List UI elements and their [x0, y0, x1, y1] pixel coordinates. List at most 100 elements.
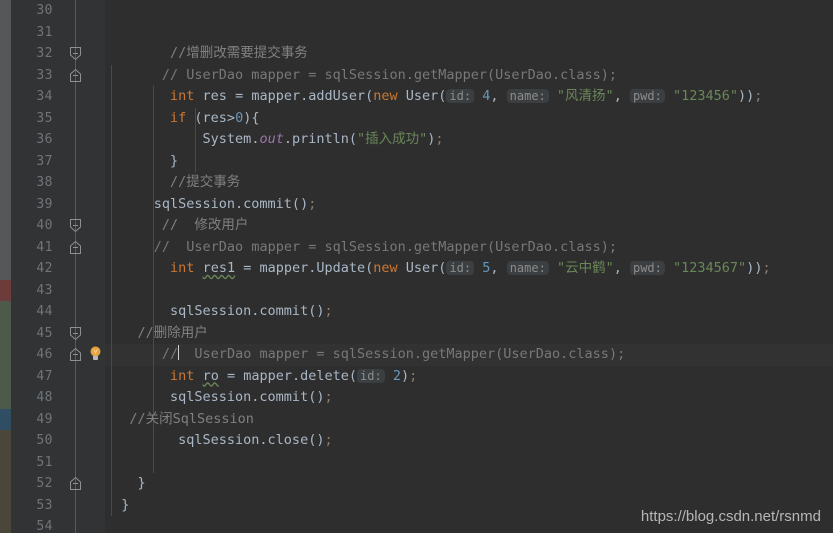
line-number: 51 [36, 454, 53, 470]
fold-minus-up-icon[interactable] [68, 476, 83, 491]
code-token: , [613, 260, 630, 276]
number-literal: 0 [235, 109, 244, 126]
code-token: } [105, 152, 179, 169]
parameter-hint: id: [357, 368, 385, 383]
code-token: , [490, 88, 507, 104]
identifier-with-warning: ro [202, 367, 219, 384]
string-literal: "风清扬" [556, 88, 614, 104]
code-editor[interactable]: 30 31 32 33 34 35 36 37 38 39 40 41 42 43 44 45 46 47 48 49… [0, 0, 833, 533]
code-text-area[interactable]: //增删改需要提交事务 // UserDao mapper = sqlSessi… [105, 0, 833, 533]
comment: UserDao mapper = sqlSession.getMapper(Us… [178, 346, 626, 362]
code-token: .println( [283, 131, 357, 147]
code-line[interactable]: sqlSession.commit(); [105, 194, 833, 216]
parameter-hint: name: [506, 89, 549, 103]
keyword: new [373, 260, 398, 276]
line-number: 30 [36, 3, 53, 18]
fold-minus-down-icon[interactable] [68, 46, 83, 61]
code-token: ; [324, 303, 333, 319]
code-line[interactable]: sqlSession.commit(); [105, 301, 833, 323]
code-line[interactable]: } [105, 151, 833, 173]
code-line[interactable]: //提交事务 [105, 172, 833, 194]
code-token: } [105, 475, 146, 491]
fold-minus-up-icon[interactable] [68, 240, 83, 255]
code-token: , [490, 260, 507, 276]
keyword: int [170, 260, 195, 276]
intention-bulb-icon[interactable] [87, 345, 104, 362]
code-token: User( [397, 260, 447, 276]
fold-minus-up-icon[interactable] [68, 68, 83, 83]
code-line[interactable]: int res1 = mapper.Update(new User(id: 5,… [105, 258, 833, 280]
code-line[interactable]: // UserDao mapper = sqlSession.getMapper… [105, 344, 833, 366]
code-line[interactable]: //增删改需要提交事务 [105, 43, 833, 65]
comment: // 修改用户 [161, 217, 249, 233]
code-token: mapper.addUser( [243, 88, 374, 104]
code-token: (res> [186, 109, 236, 126]
code-token: = [235, 88, 244, 104]
keyword: int [170, 367, 195, 384]
parameter-hint: pwd: [629, 89, 665, 103]
keyword: if [170, 109, 187, 126]
code-line[interactable] [105, 452, 833, 474]
vcs-band-added[interactable] [0, 301, 11, 409]
line-number: 45 [36, 325, 53, 341]
string-literal: "云中鹤" [556, 260, 614, 276]
code-line[interactable]: // 修改用户 [105, 215, 833, 237]
vcs-band-deleted[interactable] [0, 279, 11, 301]
line-number-gutter[interactable]: 30 31 32 33 34 35 36 37 38 39 40 41 42 43 44 45 46 47 48 49… [11, 0, 59, 533]
vcs-annotation-strip[interactable] [0, 0, 11, 533]
line-number: 50 [36, 433, 53, 448]
code-line[interactable]: System.out.println("插入成功"); [105, 129, 833, 151]
fold-marker-gutter[interactable] [59, 0, 105, 533]
code-token: ; [308, 195, 317, 212]
fold-minus-up-icon[interactable] [68, 347, 83, 362]
code-line[interactable] [105, 280, 833, 302]
code-line[interactable]: int ro = mapper.delete(id: 2); [105, 366, 833, 388]
code-token: sqlSession.commit() [105, 303, 325, 319]
vcs-band-unchanged[interactable] [0, 0, 11, 280]
string-literal: "123456" [673, 88, 739, 104]
line-number: 46 [36, 347, 53, 362]
code-line[interactable]: //关闭SqlSession [105, 409, 833, 431]
code-line[interactable]: int res = mapper.addUser(new User(id: 4,… [105, 86, 833, 108]
comment: // UserDao mapper = sqlSession.getMapper… [153, 238, 618, 255]
watermark-url: https://blog.csdn.net/rsnmd [640, 508, 821, 525]
vcs-band-unchanged-2[interactable] [0, 430, 11, 533]
code-token: ; [409, 367, 418, 384]
code-line[interactable] [105, 22, 833, 44]
vcs-band-modified[interactable] [0, 408, 11, 430]
line-number: 44 [36, 304, 53, 319]
fold-minus-down-icon[interactable] [68, 218, 83, 233]
code-line[interactable]: //删除用户 [105, 323, 833, 345]
code-token: ; [762, 260, 771, 276]
code-token: mapper.Update( [251, 260, 374, 276]
code-token: )) [746, 260, 763, 276]
code-line[interactable]: sqlSession.close(); [105, 430, 833, 452]
comment: //增删改需要提交事务 [170, 45, 308, 61]
code-line[interactable] [105, 0, 833, 22]
line-number: 40 [36, 218, 53, 233]
line-number: 41 [36, 239, 53, 255]
code-token: out [259, 131, 284, 147]
line-number: 31 [36, 24, 53, 40]
code-line[interactable]: } [105, 473, 833, 495]
fold-minus-down-icon[interactable] [68, 326, 83, 341]
code-line[interactable]: if (res>0){ [105, 108, 833, 130]
code-line[interactable]: sqlSession.commit(); [105, 387, 833, 409]
number-literal: 2 [392, 367, 401, 384]
code-token: ; [324, 389, 333, 405]
code-line[interactable]: // UserDao mapper = sqlSession.getMapper… [105, 65, 833, 87]
code-line[interactable]: // UserDao mapper = sqlSession.getMapper… [105, 237, 833, 259]
